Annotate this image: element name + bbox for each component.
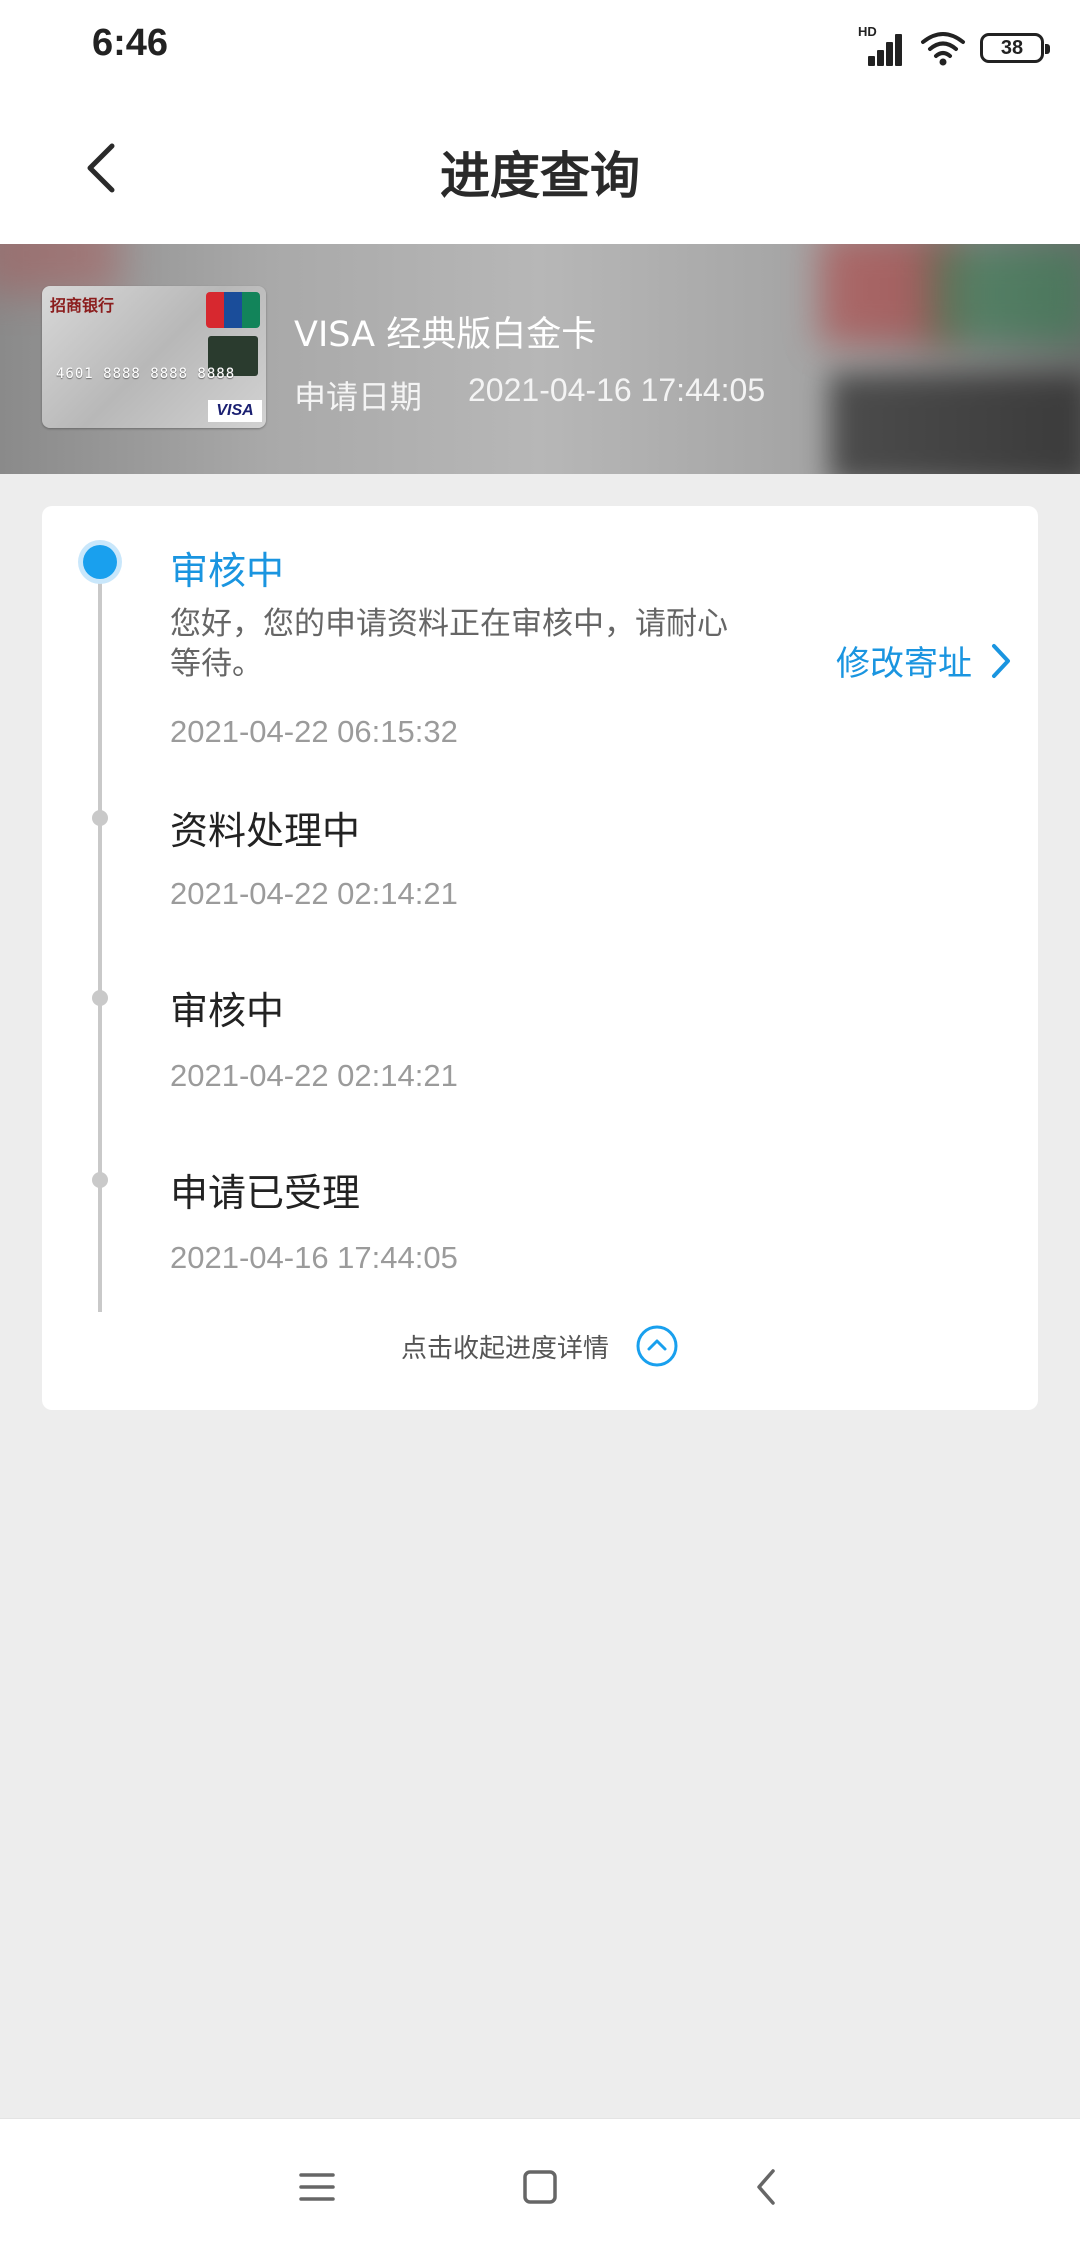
modify-address-label: 修改寄址 — [836, 644, 972, 684]
status-icons: HD 38 — [858, 24, 1050, 70]
chevron-up-circle-icon — [636, 1325, 678, 1367]
collapse-details-button[interactable]: 点击收起进度详情 — [0, 1325, 1080, 1367]
timeline-dot — [92, 1172, 108, 1188]
apply-date-label: 申请日期 — [294, 378, 423, 416]
timeline-dot — [92, 990, 108, 1006]
timeline-dot — [92, 810, 108, 826]
step-time: 2021-04-16 17:44:05 — [170, 1240, 458, 1275]
step-title: 申请已受理 — [170, 1171, 361, 1215]
battery-icon: 38 — [980, 33, 1050, 63]
step-title: 资料处理中 — [170, 809, 361, 853]
home-square-icon[interactable] — [510, 2157, 570, 2217]
step-time: 2021-04-22 02:14:21 — [170, 876, 458, 911]
step-time: 2021-04-22 02:14:21 — [170, 1058, 458, 1093]
visa-logo: VISA — [208, 400, 262, 422]
step-title: 审核中 — [170, 549, 285, 593]
signal-icon: HD — [858, 24, 906, 68]
timeline-line — [98, 562, 102, 1312]
system-nav-bar — [0, 2118, 1080, 2249]
page-title: 进度查询 — [440, 147, 640, 205]
collapse-label: 点击收起进度详情 — [400, 1333, 609, 1364]
card-name: VISA 经典版白金卡 — [294, 315, 597, 355]
card-number: 4601 8888 8888 8888 — [56, 366, 236, 382]
unionpay-logo — [206, 292, 260, 328]
status-time: 6:46 — [92, 22, 169, 64]
step-title: 审核中 — [170, 989, 285, 1033]
menu-icon[interactable] — [287, 2157, 347, 2217]
back-triangle-icon[interactable] — [737, 2157, 797, 2217]
navigation-bar: 进度查询 — [0, 96, 1080, 244]
step-time: 2021-04-22 06:15:32 — [170, 714, 458, 749]
step-description: 您好，您的申请资料正在审核中，请耐心等待。 — [170, 606, 728, 682]
modify-address-link[interactable]: 修改寄址 — [836, 636, 1012, 685]
battery-level: 38 — [1000, 36, 1024, 59]
card-bank-name: 招商银行 — [50, 296, 115, 315]
network-label: HD — [858, 24, 877, 39]
timeline-dot-active — [78, 540, 122, 584]
status-bar: 6:46 HD 38 — [0, 0, 1080, 96]
wifi-icon — [921, 32, 965, 66]
chevron-right-icon — [992, 643, 1010, 678]
apply-date-value: 2021-04-16 17:44:05 — [468, 372, 766, 408]
card-image: 招商银行 4601 8888 8888 8888 VISA — [42, 286, 266, 428]
